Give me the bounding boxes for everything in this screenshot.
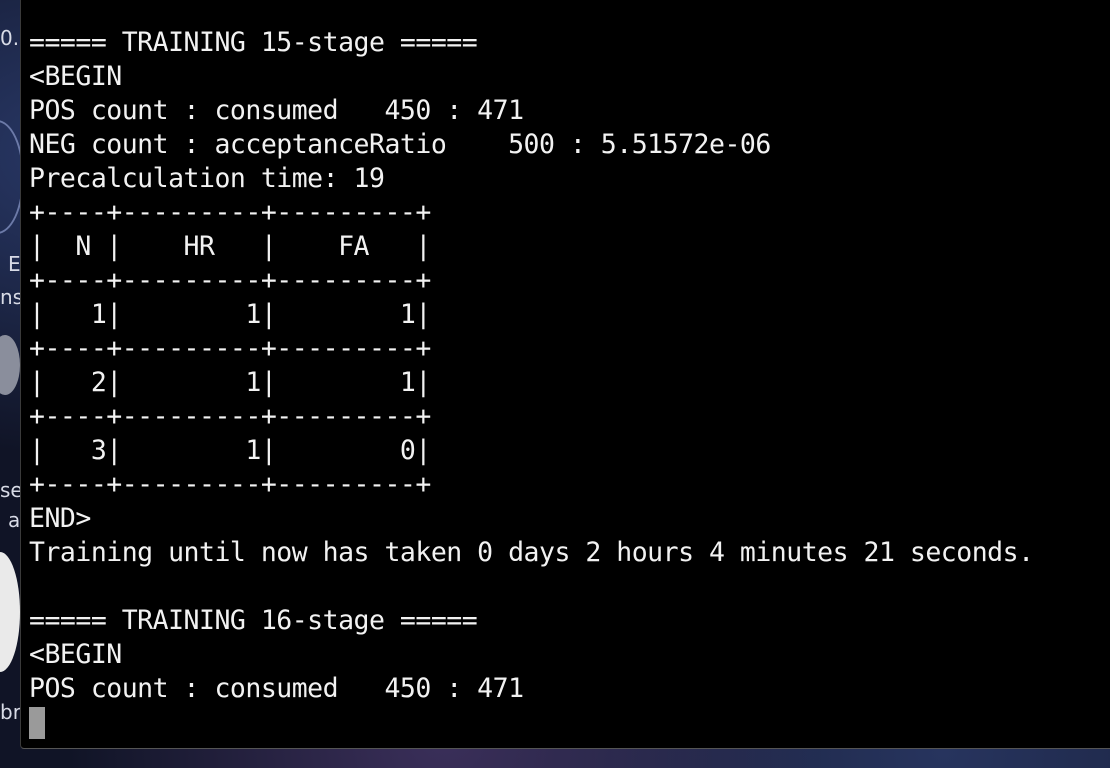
table-border-line: +----+---------+---------+	[29, 197, 431, 228]
terminal-line: NEG count : acceptanceRatio 500 : 5.5157…	[29, 129, 771, 160]
terminal-line: Training until now has taken 0 days 2 ho…	[29, 537, 1034, 568]
terminal-prompt-line[interactable]	[29, 706, 1034, 740]
terminal-line: <BEGIN	[29, 61, 122, 92]
table-border-line: +----+---------+---------+	[29, 401, 431, 432]
background-text-fragment: a	[8, 508, 21, 532]
table-border-line: +----+---------+---------+	[29, 469, 431, 500]
table-row: | 2| 1| 1|	[29, 367, 431, 398]
table-header-row: | N | HR | FA |	[29, 231, 431, 262]
terminal-line: END>	[29, 503, 91, 534]
terminal-window[interactable]: ===== TRAINING 15-stage ===== <BEGIN POS…	[20, 0, 1110, 749]
table-border-line: +----+---------+---------+	[29, 333, 431, 364]
terminal-line: Precalculation time: 19	[29, 163, 385, 194]
table-border-line: +----+---------+---------+	[29, 265, 431, 296]
terminal-output: ===== TRAINING 15-stage ===== <BEGIN POS…	[29, 26, 1034, 740]
table-row: | 3| 1| 0|	[29, 435, 431, 466]
terminal-line: ===== TRAINING 16-stage =====	[29, 605, 478, 636]
terminal-line: POS count : consumed 450 : 471	[29, 673, 524, 704]
background-text-fragment: br	[0, 700, 21, 724]
background-app-icon	[0, 335, 20, 395]
terminal-line: ===== TRAINING 15-stage =====	[29, 27, 478, 58]
table-row: | 1| 1| 1|	[29, 299, 431, 330]
background-app-icon	[0, 552, 20, 672]
text-cursor	[29, 707, 45, 739]
terminal-line: POS count : consumed 450 : 471	[29, 95, 524, 126]
background-text-fragment: E	[8, 252, 21, 276]
terminal-line: <BEGIN	[29, 639, 122, 670]
